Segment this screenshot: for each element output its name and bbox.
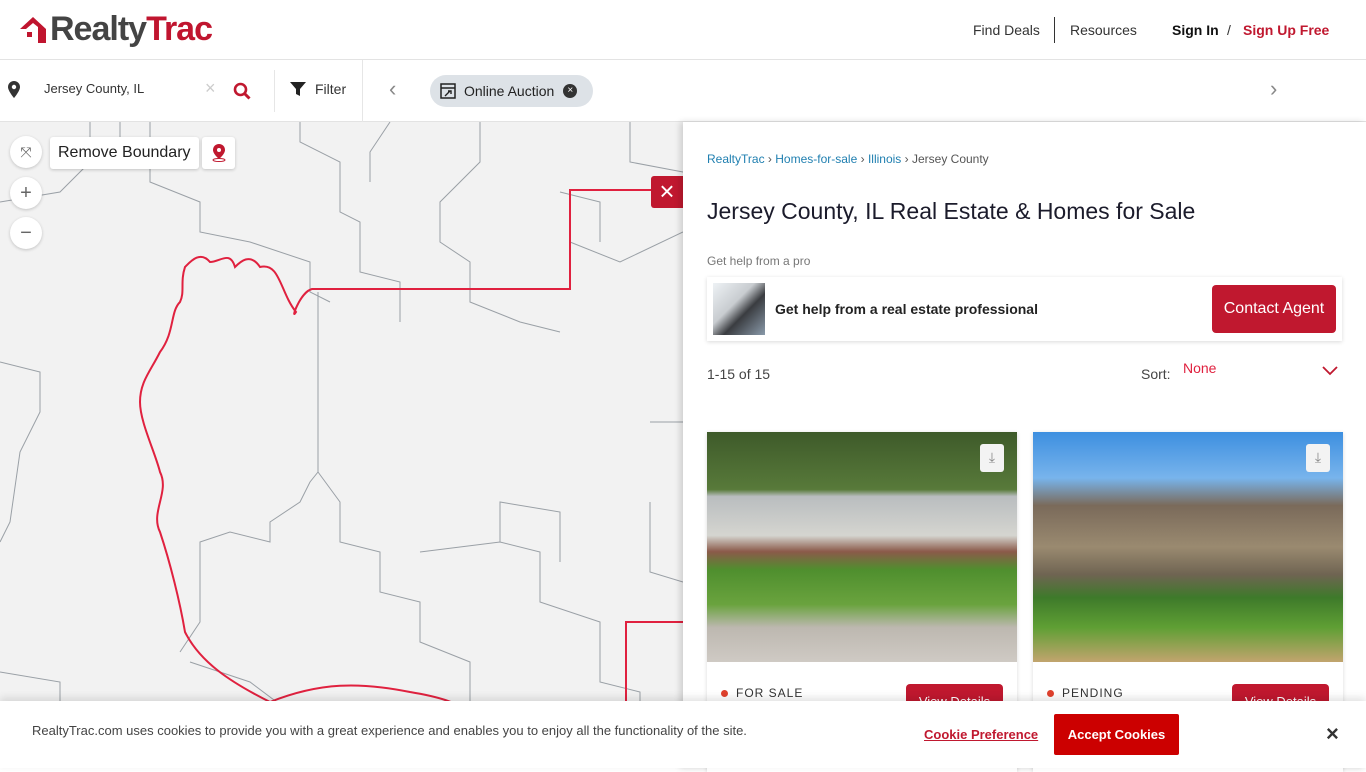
realtytrac-logo[interactable]: RealtyTrac [18, 10, 213, 49]
status-badge: PENDING [1047, 686, 1124, 700]
expand-icon: ⤧ [20, 143, 32, 160]
close-cookie-icon[interactable]: × [1326, 721, 1339, 747]
map[interactable]: ⤧ Remove Boundary + − × [0, 122, 683, 768]
house-logo-icon [20, 16, 46, 43]
breadcrumb: RealtyTrac › Homes-for-sale › Illinois ›… [707, 152, 989, 166]
listing-photo[interactable]: ⤓ [1033, 432, 1343, 662]
location-search-input[interactable]: Jersey County, IL [44, 81, 144, 96]
auth-divider: / [1227, 22, 1231, 38]
map-boundaries [0, 122, 683, 768]
accept-cookies-button[interactable]: Accept Cookies [1054, 714, 1179, 755]
result-count: 1-15 of 15 [707, 366, 771, 382]
site-header: RealtyTrac Find Deals Resources Sign In … [0, 0, 1366, 60]
listing-photo[interactable]: ⤓ [707, 432, 1017, 662]
breadcrumb-realtytrac[interactable]: RealtyTrac [707, 152, 765, 166]
sign-in-link[interactable]: Sign In [1172, 22, 1219, 38]
nav-find-deals[interactable]: Find Deals [973, 22, 1040, 38]
zoom-in-button[interactable]: + [10, 177, 42, 209]
page-title: Jersey County, IL Real Estate & Homes fo… [707, 198, 1196, 224]
remove-boundary-button[interactable]: Remove Boundary [50, 137, 199, 169]
online-auction-chip[interactable]: Online Auction × [430, 75, 593, 107]
breadcrumb-current: Jersey County [911, 152, 989, 166]
help-label: Get help from a pro [707, 254, 811, 268]
search-bar: Jersey County, IL × Filter ‹ Online Auct… [0, 60, 1366, 122]
chevron-right-icon[interactable]: › [1270, 76, 1277, 102]
breadcrumb-homes-for-sale[interactable]: Homes-for-sale [775, 152, 857, 166]
chevron-down-icon [1322, 366, 1338, 376]
divider [274, 70, 275, 112]
download-icon[interactable]: ⤓ [980, 444, 1004, 472]
map-pin-icon [212, 144, 225, 162]
cookie-banner: RealtyTrac.com uses cookies to provide y… [0, 701, 1366, 768]
close-panel-button[interactable]: × [651, 176, 683, 208]
close-icon: × [659, 176, 675, 206]
cookie-text: RealtyTrac.com uses cookies to provide y… [32, 723, 747, 738]
search-icon[interactable] [233, 82, 251, 100]
results-panel: RealtyTrac › Homes-for-sale › Illinois ›… [683, 122, 1366, 772]
remove-chip-icon[interactable]: × [563, 84, 578, 98]
chevron-left-icon[interactable]: ‹ [389, 76, 396, 102]
clear-icon[interactable]: × [205, 78, 216, 99]
breadcrumb-illinois[interactable]: Illinois [868, 152, 901, 166]
status-badge: FOR SALE [721, 686, 803, 700]
nav-resources[interactable]: Resources [1070, 22, 1137, 38]
filter-button[interactable]: Filter [290, 81, 346, 97]
download-icon[interactable]: ⤓ [1306, 444, 1330, 472]
auction-icon [440, 83, 456, 99]
cookie-preference-link[interactable]: Cookie Preference [924, 727, 1038, 742]
agents-photo [713, 283, 765, 335]
contact-agent-button[interactable]: Contact Agent [1212, 285, 1336, 333]
divider [362, 60, 363, 122]
zoom-out-button[interactable]: − [10, 217, 42, 249]
filter-icon [290, 82, 306, 96]
sort-select[interactable]: None [1183, 360, 1338, 384]
fullscreen-button[interactable]: ⤧ [10, 136, 42, 168]
draw-boundary-button[interactable] [202, 137, 235, 169]
agent-help-banner: Get help from a real estate professional… [707, 277, 1342, 341]
location-pin-icon [8, 81, 20, 98]
help-text: Get help from a real estate professional [775, 301, 1038, 317]
sort-label: Sort: [1141, 366, 1171, 382]
sign-up-link[interactable]: Sign Up Free [1243, 22, 1329, 38]
nav-divider [1054, 17, 1055, 43]
